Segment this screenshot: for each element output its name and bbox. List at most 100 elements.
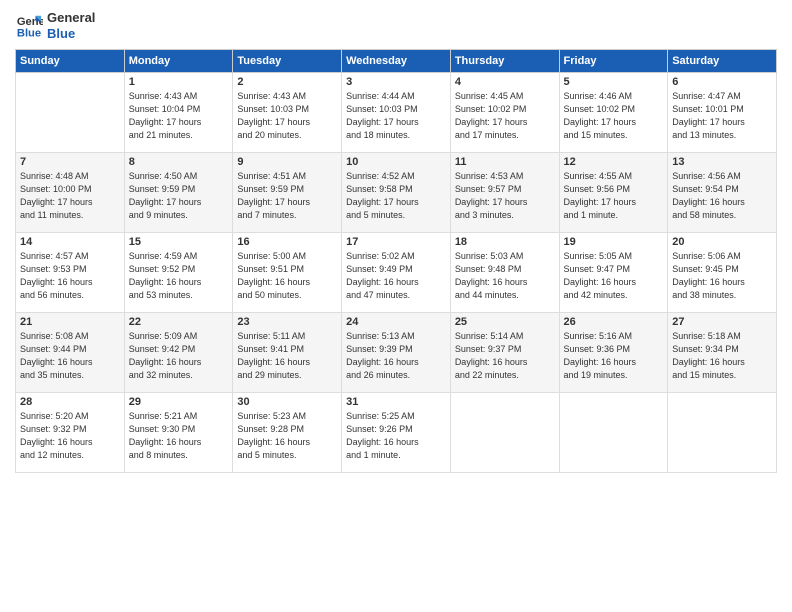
calendar-cell bbox=[450, 393, 559, 473]
day-number: 29 bbox=[129, 396, 229, 408]
day-number: 26 bbox=[564, 316, 664, 328]
cell-info: Sunrise: 5:06 AMSunset: 9:45 PMDaylight:… bbox=[672, 250, 772, 302]
cell-info: Sunrise: 4:46 AMSunset: 10:02 PMDaylight… bbox=[564, 90, 664, 142]
cell-info: Sunrise: 5:02 AMSunset: 9:49 PMDaylight:… bbox=[346, 250, 446, 302]
calendar-table: SundayMondayTuesdayWednesdayThursdayFrid… bbox=[15, 49, 777, 473]
calendar-cell: 13Sunrise: 4:56 AMSunset: 9:54 PMDayligh… bbox=[668, 153, 777, 233]
cell-info: Sunrise: 5:09 AMSunset: 9:42 PMDaylight:… bbox=[129, 330, 229, 382]
cell-info: Sunrise: 5:25 AMSunset: 9:26 PMDaylight:… bbox=[346, 410, 446, 462]
day-number: 10 bbox=[346, 156, 446, 168]
cell-info: Sunrise: 4:55 AMSunset: 9:56 PMDaylight:… bbox=[564, 170, 664, 222]
calendar-cell: 19 Sunrise: 5:05 AMSunset: 9:47 PMDayligh… bbox=[559, 233, 668, 313]
logo-blue: Blue bbox=[47, 26, 95, 42]
calendar-cell: 21 Sunrise: 5:08 AMSunset: 9:44 PMDayligh… bbox=[16, 313, 125, 393]
calendar-cell: 25 Sunrise: 5:14 AMSunset: 9:37 PMDayligh… bbox=[450, 313, 559, 393]
calendar-week-row: 14Sunrise: 4:57 AMSunset: 9:53 PMDayligh… bbox=[16, 233, 777, 313]
calendar-cell bbox=[559, 393, 668, 473]
day-number: 18 bbox=[455, 236, 555, 248]
logo: General Blue General Blue bbox=[15, 10, 95, 41]
day-number: 2 bbox=[237, 76, 337, 88]
calendar-cell: 16 Sunrise: 5:00 AMSunset: 9:51 PMDayligh… bbox=[233, 233, 342, 313]
cell-info: Sunrise: 4:53 AMSunset: 9:57 PMDaylight:… bbox=[455, 170, 555, 222]
day-number: 11 bbox=[455, 156, 555, 168]
calendar-cell: 29 Sunrise: 5:21 AMSunset: 9:30 PMDayligh… bbox=[124, 393, 233, 473]
calendar-cell: 24 Sunrise: 5:13 AMSunset: 9:39 PMDayligh… bbox=[342, 313, 451, 393]
calendar-cell: 30 Sunrise: 5:23 AMSunset: 9:28 PMDayligh… bbox=[233, 393, 342, 473]
cell-info: Sunrise: 4:50 AMSunset: 9:59 PMDaylight:… bbox=[129, 170, 229, 222]
cell-info: Sunrise: 5:11 AMSunset: 9:41 PMDaylight:… bbox=[237, 330, 337, 382]
day-number: 7 bbox=[20, 156, 120, 168]
calendar-cell: 12 Sunrise: 4:55 AMSunset: 9:56 PMDayligh… bbox=[559, 153, 668, 233]
day-number: 8 bbox=[129, 156, 229, 168]
calendar-cell: 5 Sunrise: 4:46 AMSunset: 10:02 PMDayligh… bbox=[559, 73, 668, 153]
column-header-thursday: Thursday bbox=[450, 50, 559, 73]
calendar-header-row: SundayMondayTuesdayWednesdayThursdayFrid… bbox=[16, 50, 777, 73]
calendar-cell: 31Sunrise: 5:25 AMSunset: 9:26 PMDayligh… bbox=[342, 393, 451, 473]
calendar-week-row: 21 Sunrise: 5:08 AMSunset: 9:44 PMDayligh… bbox=[16, 313, 777, 393]
cell-info: Sunrise: 5:13 AMSunset: 9:39 PMDaylight:… bbox=[346, 330, 446, 382]
cell-info: Sunrise: 5:16 AMSunset: 9:36 PMDaylight:… bbox=[564, 330, 664, 382]
day-number: 19 bbox=[564, 236, 664, 248]
column-header-monday: Monday bbox=[124, 50, 233, 73]
calendar-cell: 9 Sunrise: 4:51 AMSunset: 9:59 PMDaylight… bbox=[233, 153, 342, 233]
day-number: 20 bbox=[672, 236, 772, 248]
day-number: 14 bbox=[20, 236, 120, 248]
calendar-cell bbox=[668, 393, 777, 473]
cell-info: Sunrise: 5:00 AMSunset: 9:51 PMDaylight:… bbox=[237, 250, 337, 302]
cell-info: Sunrise: 5:08 AMSunset: 9:44 PMDaylight:… bbox=[20, 330, 120, 382]
column-header-tuesday: Tuesday bbox=[233, 50, 342, 73]
cell-info: Sunrise: 4:45 AMSunset: 10:02 PMDaylight… bbox=[455, 90, 555, 142]
day-number: 12 bbox=[564, 156, 664, 168]
cell-info: Sunrise: 4:43 AMSunset: 10:03 PMDaylight… bbox=[237, 90, 337, 142]
cell-info: Sunrise: 5:20 AMSunset: 9:32 PMDaylight:… bbox=[20, 410, 120, 462]
calendar-cell: 14Sunrise: 4:57 AMSunset: 9:53 PMDayligh… bbox=[16, 233, 125, 313]
cell-info: Sunrise: 5:21 AMSunset: 9:30 PMDaylight:… bbox=[129, 410, 229, 462]
cell-info: Sunrise: 4:51 AMSunset: 9:59 PMDaylight:… bbox=[237, 170, 337, 222]
cell-info: Sunrise: 4:44 AMSunset: 10:03 PMDaylight… bbox=[346, 90, 446, 142]
cell-info: Sunrise: 4:56 AMSunset: 9:54 PMDaylight:… bbox=[672, 170, 772, 222]
day-number: 9 bbox=[237, 156, 337, 168]
day-number: 28 bbox=[20, 396, 120, 408]
day-number: 25 bbox=[455, 316, 555, 328]
cell-info: Sunrise: 5:05 AMSunset: 9:47 PMDaylight:… bbox=[564, 250, 664, 302]
cell-info: Sunrise: 5:03 AMSunset: 9:48 PMDaylight:… bbox=[455, 250, 555, 302]
calendar-cell: 26 Sunrise: 5:16 AMSunset: 9:36 PMDayligh… bbox=[559, 313, 668, 393]
cell-info: Sunrise: 5:23 AMSunset: 9:28 PMDaylight:… bbox=[237, 410, 337, 462]
day-number: 24 bbox=[346, 316, 446, 328]
calendar-week-row: 7 Sunrise: 4:48 AMSunset: 10:00 PMDayligh… bbox=[16, 153, 777, 233]
cell-info: Sunrise: 4:47 AMSunset: 10:01 PMDaylight… bbox=[672, 90, 772, 142]
day-number: 6 bbox=[672, 76, 772, 88]
day-number: 1 bbox=[129, 76, 229, 88]
cell-info: Sunrise: 5:18 AMSunset: 9:34 PMDaylight:… bbox=[672, 330, 772, 382]
calendar-cell: 28 Sunrise: 5:20 AMSunset: 9:32 PMDayligh… bbox=[16, 393, 125, 473]
calendar-cell: 20 Sunrise: 5:06 AMSunset: 9:45 PMDayligh… bbox=[668, 233, 777, 313]
day-number: 15 bbox=[129, 236, 229, 248]
day-number: 5 bbox=[564, 76, 664, 88]
calendar-cell: 15Sunrise: 4:59 AMSunset: 9:52 PMDayligh… bbox=[124, 233, 233, 313]
calendar-cell: 18 Sunrise: 5:03 AMSunset: 9:48 PMDayligh… bbox=[450, 233, 559, 313]
cell-info: Sunrise: 5:14 AMSunset: 9:37 PMDaylight:… bbox=[455, 330, 555, 382]
logo-icon: General Blue bbox=[15, 12, 43, 40]
page-container: General Blue General Blue SundayMondayTu… bbox=[0, 0, 792, 483]
calendar-cell: 1 Sunrise: 4:43 AMSunset: 10:04 PMDayligh… bbox=[124, 73, 233, 153]
calendar-cell bbox=[16, 73, 125, 153]
calendar-cell: 27Sunrise: 5:18 AMSunset: 9:34 PMDayligh… bbox=[668, 313, 777, 393]
calendar-cell: 8 Sunrise: 4:50 AMSunset: 9:59 PMDaylight… bbox=[124, 153, 233, 233]
cell-info: Sunrise: 4:52 AMSunset: 9:58 PMDaylight:… bbox=[346, 170, 446, 222]
day-number: 30 bbox=[237, 396, 337, 408]
calendar-body: 1 Sunrise: 4:43 AMSunset: 10:04 PMDayligh… bbox=[16, 73, 777, 473]
day-number: 17 bbox=[346, 236, 446, 248]
day-number: 3 bbox=[346, 76, 446, 88]
cell-info: Sunrise: 4:43 AMSunset: 10:04 PMDaylight… bbox=[129, 90, 229, 142]
calendar-cell: 17 Sunrise: 5:02 AMSunset: 9:49 PMDayligh… bbox=[342, 233, 451, 313]
logo-general: General bbox=[47, 10, 95, 26]
day-number: 4 bbox=[455, 76, 555, 88]
calendar-week-row: 28 Sunrise: 5:20 AMSunset: 9:32 PMDayligh… bbox=[16, 393, 777, 473]
cell-info: Sunrise: 4:48 AMSunset: 10:00 PMDaylight… bbox=[20, 170, 120, 222]
column-header-saturday: Saturday bbox=[668, 50, 777, 73]
calendar-cell: 2 Sunrise: 4:43 AMSunset: 10:03 PMDayligh… bbox=[233, 73, 342, 153]
day-number: 16 bbox=[237, 236, 337, 248]
calendar-cell: 3 Sunrise: 4:44 AMSunset: 10:03 PMDayligh… bbox=[342, 73, 451, 153]
day-number: 21 bbox=[20, 316, 120, 328]
column-header-sunday: Sunday bbox=[16, 50, 125, 73]
